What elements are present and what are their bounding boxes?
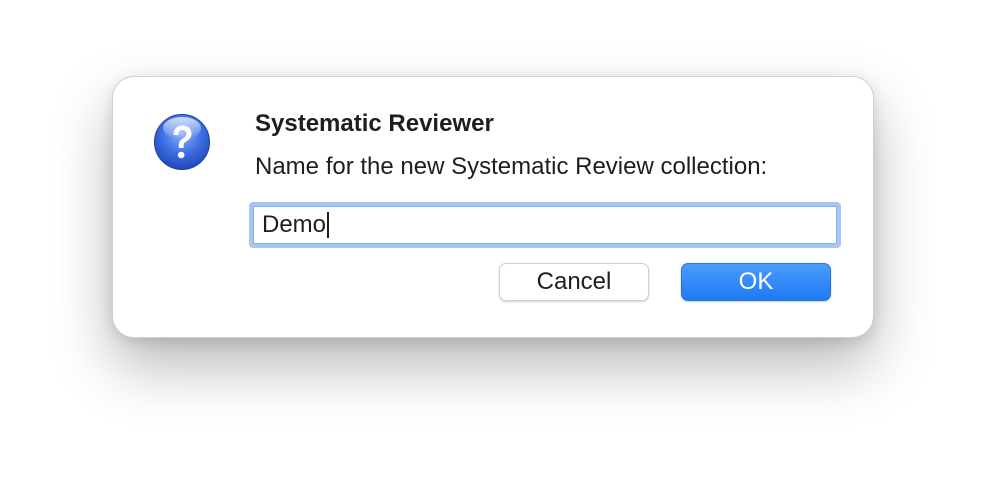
collection-name-field-focus-ring: Demo bbox=[249, 202, 841, 248]
cancel-button[interactable]: Cancel bbox=[499, 263, 649, 301]
ok-button[interactable]: OK bbox=[681, 263, 831, 301]
collection-name-value: Demo bbox=[262, 211, 327, 238]
prompt-dialog: Systematic Reviewer Name for the new Sys… bbox=[112, 76, 874, 338]
dialog-message: Name for the new Systematic Review colle… bbox=[255, 153, 768, 180]
question-mark-icon bbox=[154, 114, 210, 170]
dialog-title: Systematic Reviewer bbox=[255, 110, 494, 137]
screen: Systematic Reviewer Name for the new Sys… bbox=[0, 0, 986, 486]
collection-name-field[interactable]: Demo bbox=[253, 206, 837, 244]
text-caret bbox=[327, 212, 329, 238]
